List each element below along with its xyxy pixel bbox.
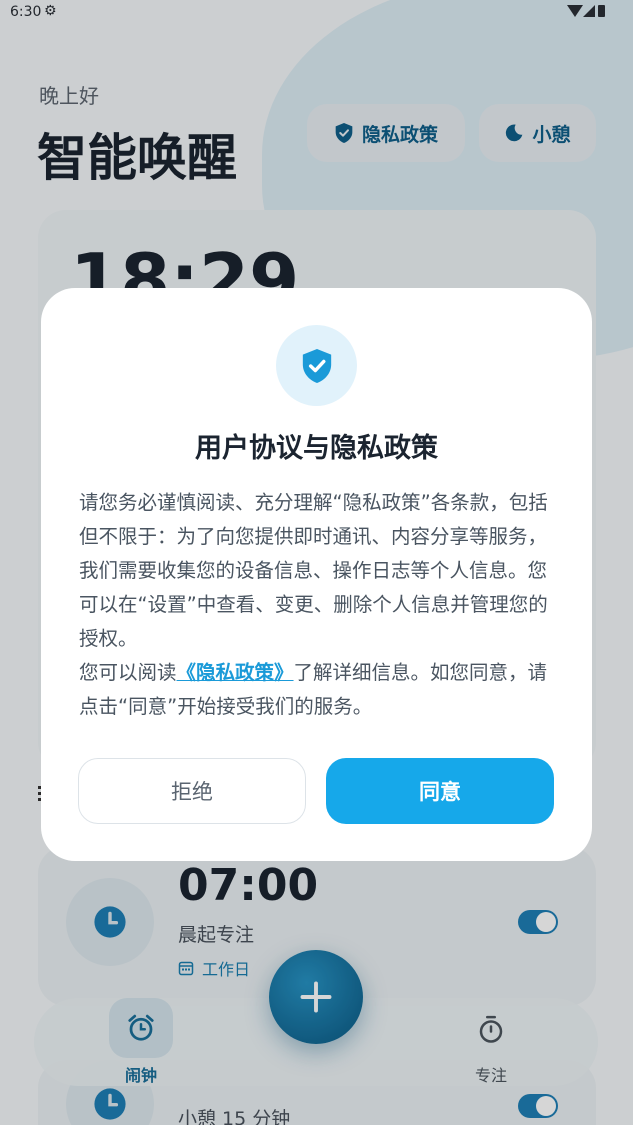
dialog-title: 用户协议与隐私政策 [195,433,438,464]
shield-check-icon [302,348,331,383]
privacy-policy-link[interactable]: 《隐私政策》 [177,661,294,684]
dialog-body: 请您务必谨慎阅读、充分理解“隐私政策”各条款，包括但不限于：为了向您提供即时通讯… [79,486,559,724]
reject-button[interactable]: 拒绝 [78,758,306,824]
privacy-dialog: 用户协议与隐私政策 请您务必谨慎阅读、充分理解“隐私政策”各条款，包括但不限于：… [41,288,592,861]
dialog-paragraph: 请您务必谨慎阅读、充分理解“隐私政策”各条款，包括但不限于：为了向您提供即时通讯… [79,491,548,650]
dialog-paragraph: 您可以阅读《隐私政策》了解详细信息。如您同意，请点击“同意”开始接受我们的服务。 [79,656,559,724]
agree-button[interactable]: 同意 [326,758,554,824]
dialog-text: 您可以阅读 [79,661,177,684]
dialog-shield-badge [276,325,357,406]
